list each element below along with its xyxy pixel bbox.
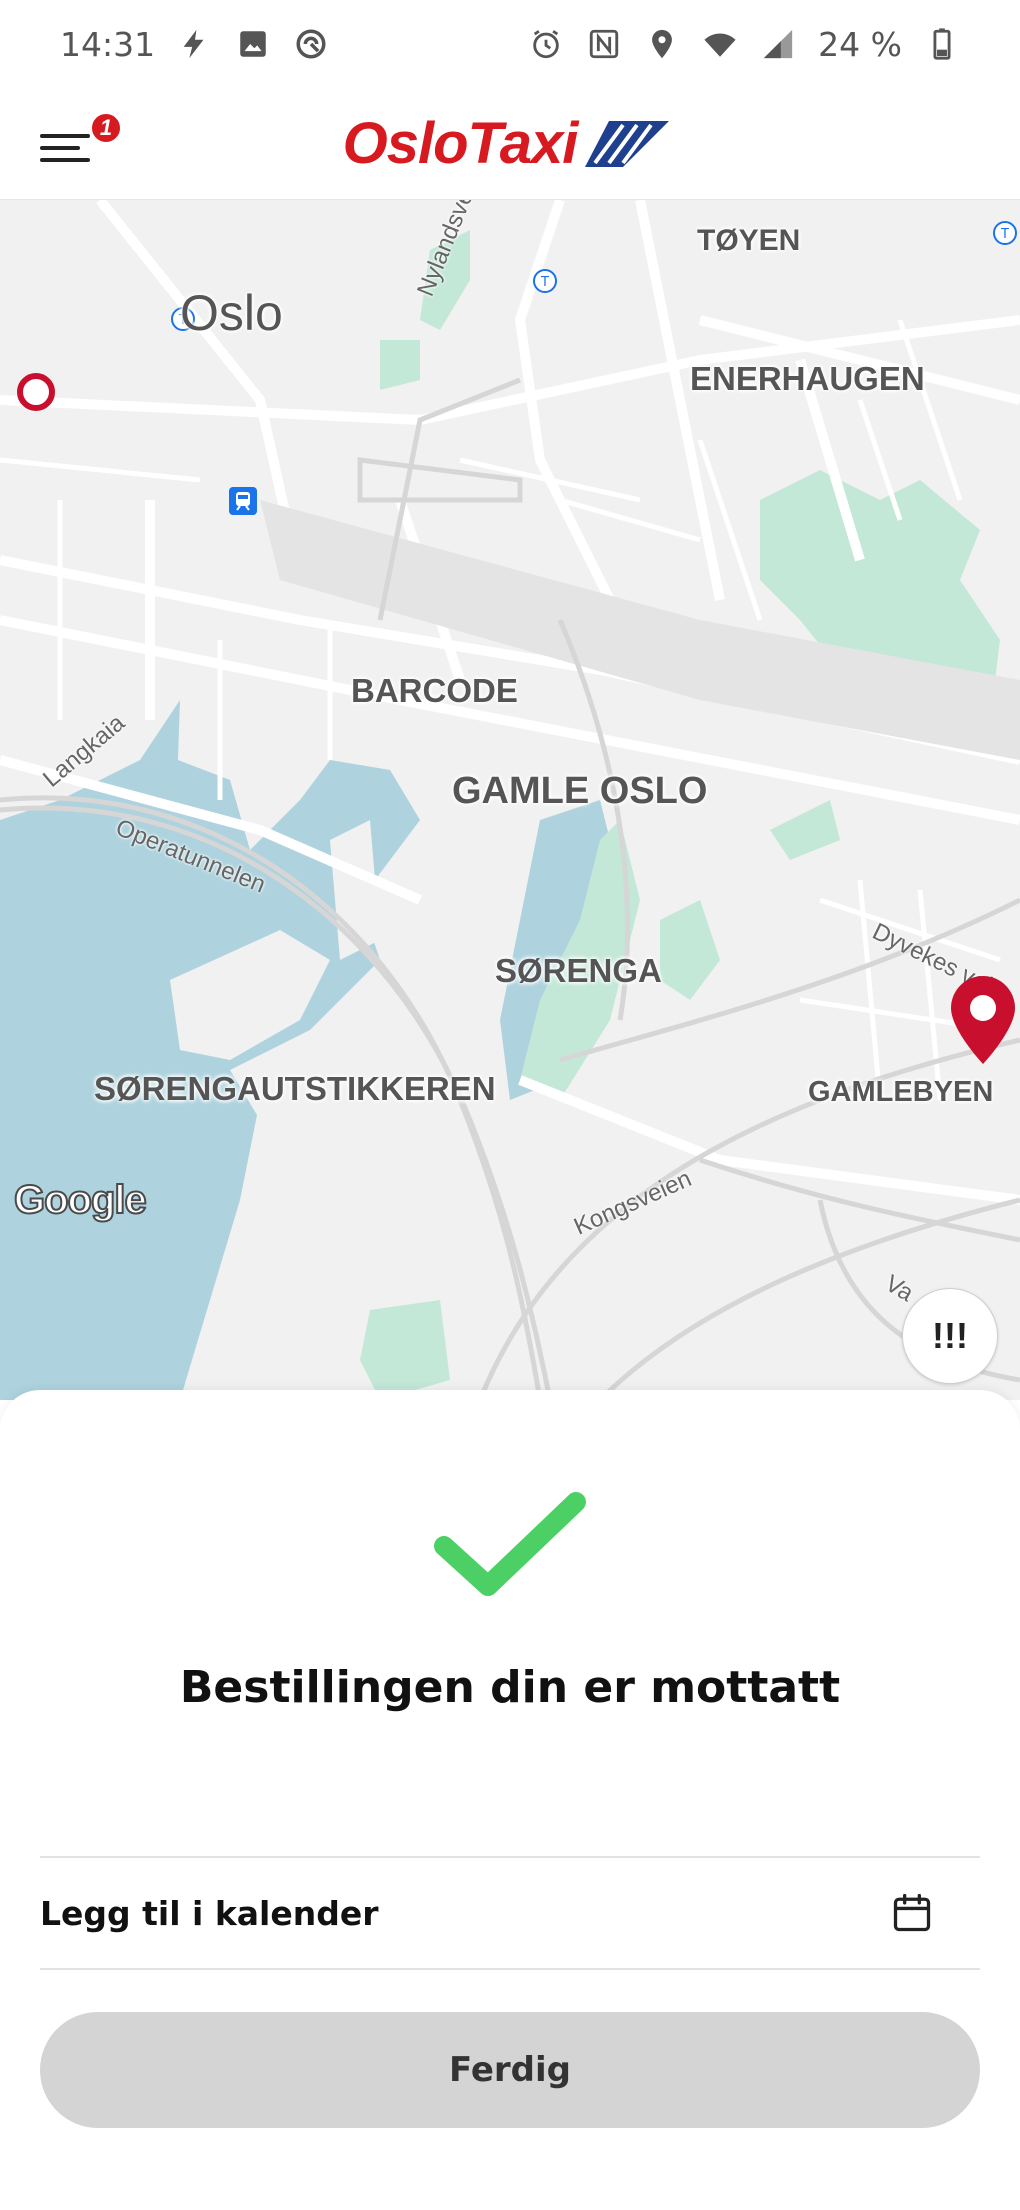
sync-icon — [293, 26, 329, 62]
map-district-label: ENERHAUGEN — [690, 360, 925, 397]
oslotaxi-logo: OsloTaxi — [343, 110, 672, 177]
divider — [40, 1968, 980, 1970]
calendar-icon — [893, 1893, 931, 1932]
transit-stop-icon[interactable]: T — [532, 268, 558, 294]
confirmation-title: Bestillingen din er mottatt — [179, 1662, 841, 1713]
done-button[interactable]: Ferdig — [40, 2012, 980, 2128]
alert-button[interactable]: !!! — [902, 1288, 998, 1384]
map-district-label: GAMLE OSLO — [452, 770, 708, 812]
battery-icon — [924, 26, 960, 62]
map-district-label: GAMLEBYEN — [808, 1076, 994, 1108]
battery-percent: 24 % — [818, 24, 902, 64]
status-bar: 14:31 24 % — [0, 0, 1020, 88]
checkmark-icon — [434, 1492, 586, 1596]
svg-text:T: T — [1000, 227, 1009, 242]
map-city-label: Oslo — [180, 285, 283, 341]
screen: 14:31 24 % 1 OsloTaxi T T T Oslo TØYEN E… — [0, 0, 1020, 2210]
wifi-icon — [702, 26, 738, 62]
map-view[interactable]: T T T Oslo TØYEN ENERHAUGEN BARCODE GAML… — [0, 200, 1020, 1400]
map-district-label: BARCODE — [351, 672, 518, 709]
destination-pin-icon[interactable] — [948, 974, 1018, 1066]
location-icon — [644, 26, 680, 62]
google-attribution: Google — [13, 1177, 148, 1223]
status-time: 14:31 — [60, 24, 156, 64]
logo-stripes-icon — [585, 120, 670, 167]
flash-icon — [177, 26, 213, 62]
confirmation-sheet: Bestillingen din er mottatt Legg til i k… — [0, 1390, 1020, 2210]
menu-button[interactable]: 1 — [36, 112, 126, 176]
map-district-label: TØYEN — [697, 224, 801, 257]
signal-icon — [760, 26, 796, 62]
image-icon — [235, 26, 271, 62]
train-station-icon[interactable] — [228, 486, 258, 516]
alarm-icon — [528, 26, 564, 62]
map-district-label: SØRENGAUTSTIKKEREN — [94, 1070, 496, 1107]
transit-stop-icon[interactable]: T — [992, 220, 1018, 246]
notification-badge: 1 — [90, 112, 122, 144]
add-to-calendar-label: Legg til i kalender — [40, 1893, 379, 1933]
nfc-icon — [586, 26, 622, 62]
svg-text:T: T — [540, 275, 549, 290]
origin-marker-icon[interactable] — [16, 372, 56, 412]
map-district-label: SØRENGA — [495, 952, 662, 989]
add-to-calendar-row[interactable]: Legg til i kalender — [40, 1858, 980, 1968]
logo-text: OsloTaxi — [342, 111, 579, 176]
app-header: 1 OsloTaxi — [0, 88, 1020, 200]
